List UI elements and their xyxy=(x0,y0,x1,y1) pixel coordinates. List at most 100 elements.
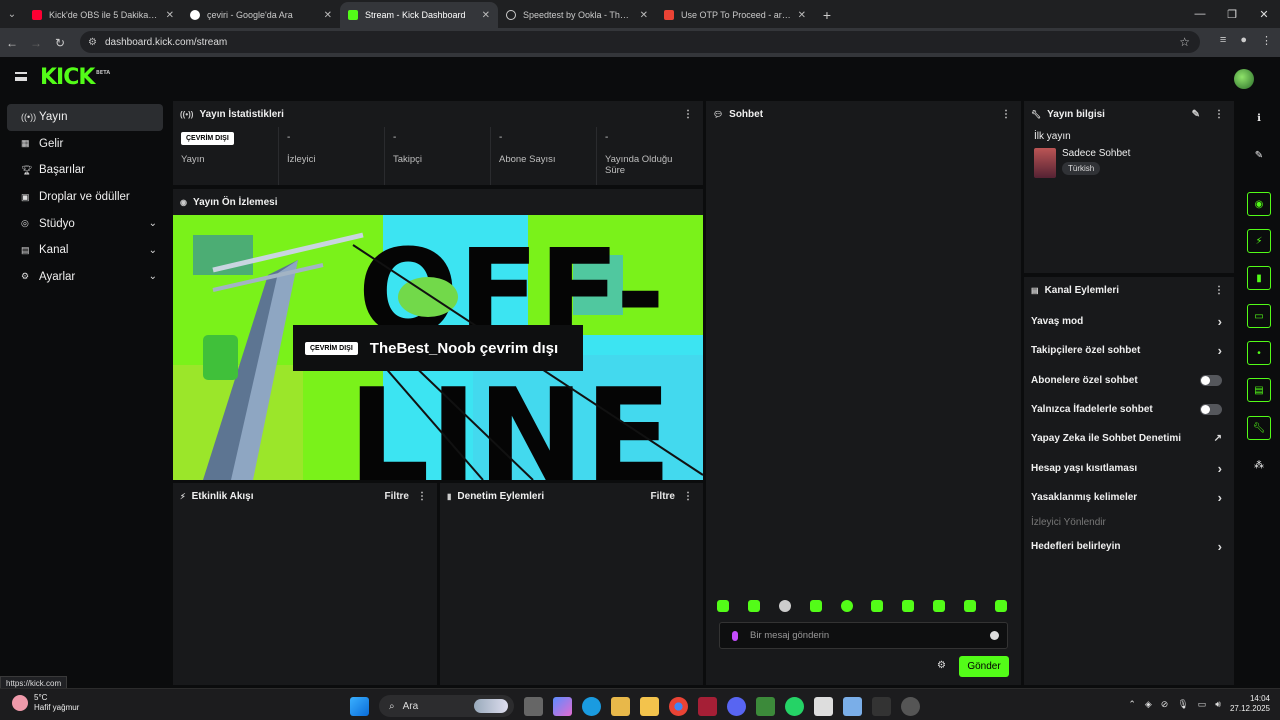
microphone-icon[interactable] xyxy=(732,630,738,641)
back-icon[interactable]: ← xyxy=(0,36,24,50)
close-tab-icon[interactable]: ✕ xyxy=(166,10,174,21)
more-options-icon[interactable]: ⋮ xyxy=(1214,285,1224,296)
reload-icon[interactable]: ↻ xyxy=(48,36,72,50)
emote-icon[interactable] xyxy=(871,600,884,612)
edge-icon[interactable] xyxy=(582,696,601,716)
store-icon[interactable] xyxy=(611,696,630,716)
minimize-icon[interactable]: — xyxy=(1184,0,1216,28)
browser-tab-active[interactable]: Stream - Kick Dashboard ✕ xyxy=(340,2,498,28)
close-tab-icon[interactable]: ✕ xyxy=(324,10,332,21)
maximize-icon[interactable]: ❐ xyxy=(1216,0,1248,28)
whatsapp-icon[interactable] xyxy=(785,696,804,716)
browser-menu-icon[interactable]: ⋮ xyxy=(1261,34,1272,47)
taskbar-search[interactable]: ⌕ Ara xyxy=(379,695,514,717)
sidebar-item-gelir[interactable]: ▦ Gelir xyxy=(7,131,163,158)
sidebar-item-droplar[interactable]: ▣ Droplar ve ödüller xyxy=(7,184,163,211)
action-slow-mode[interactable]: Yavaş mod › xyxy=(1024,307,1234,336)
sidebar-item-kanal[interactable]: ▤ Kanal ⌄ xyxy=(7,237,163,264)
more-options-icon[interactable]: ⋮ xyxy=(1214,109,1224,120)
display-icon[interactable]: ▭ xyxy=(1198,699,1207,710)
windows-start-icon[interactable] xyxy=(350,696,369,716)
pen-app-icon[interactable] xyxy=(814,696,833,716)
microphone-tray-icon[interactable]: 🎙︎ xyxy=(1177,699,1188,710)
close-window-icon[interactable]: ✕ xyxy=(1248,0,1280,28)
chat-message-input[interactable]: Bir mesaj gönderin xyxy=(719,622,1008,649)
clock[interactable]: 14:04 27.12.2025 xyxy=(1230,694,1270,714)
close-tab-icon[interactable]: ✕ xyxy=(482,10,490,21)
filter-button[interactable]: Filtre xyxy=(385,491,409,502)
edit-pencil-icon[interactable]: ✎ xyxy=(1192,109,1200,120)
sidebar-item-basarilar[interactable]: 🏆︎ Başarılar xyxy=(7,157,163,184)
bookmark-star-icon[interactable]: ☆ xyxy=(1179,35,1190,49)
task-view-icon[interactable] xyxy=(524,696,543,716)
emote-icon[interactable] xyxy=(933,600,946,612)
forward-icon[interactable]: → xyxy=(24,36,48,50)
info-icon[interactable]: ℹ xyxy=(1247,106,1271,130)
action-followers-only[interactable]: Takipçilere özel sohbet › xyxy=(1024,336,1234,365)
more-options-icon[interactable]: ⋮ xyxy=(683,491,693,502)
app-red-icon[interactable] xyxy=(698,696,717,716)
weather-widget[interactable]: 5°C Hafif yağmur xyxy=(12,693,79,713)
action-set-goals[interactable]: Hedefleri belirleyin › xyxy=(1024,532,1234,561)
browser-tab[interactable]: çeviri - Google'da Ara ✕ xyxy=(182,2,340,28)
emote-icon[interactable] xyxy=(717,600,729,612)
profile-icon[interactable]: ● xyxy=(1240,34,1247,47)
close-tab-icon[interactable]: ✕ xyxy=(798,10,806,21)
emote-icon[interactable] xyxy=(840,600,853,612)
notepad-icon[interactable] xyxy=(843,696,862,716)
file-explorer-icon[interactable] xyxy=(640,696,659,716)
url-field[interactable]: ⚙ dashboard.kick.com/stream ☆ xyxy=(80,31,1200,53)
send-button[interactable]: Gönder xyxy=(959,656,1009,677)
new-tab-icon[interactable]: + xyxy=(814,2,840,28)
sidebar-item-yayin[interactable]: ((•)) Yayın xyxy=(7,104,163,131)
emote-icon[interactable] xyxy=(964,600,976,612)
obs-icon[interactable] xyxy=(901,696,920,716)
tray-expand-icon[interactable]: ⌃ xyxy=(1128,699,1136,710)
add-widget-icon[interactable]: ⁂ xyxy=(1247,453,1271,477)
kick-logo[interactable]: KICK BETA xyxy=(40,65,110,90)
tab-search-icon[interactable]: ⌄ xyxy=(0,0,24,28)
action-account-age[interactable]: Hesap yaşı kısıtlaması › xyxy=(1024,453,1234,482)
tray-network-app-icon[interactable]: ⊘ xyxy=(1161,699,1169,710)
sidebar-item-ayarlar[interactable]: ⚙ Ayarlar ⌄ xyxy=(7,264,163,291)
app-dark-icon[interactable] xyxy=(872,696,891,716)
action-ai-moderation[interactable]: Yapay Zeka ile Sohbet Denetimi ↗ xyxy=(1024,424,1234,453)
action-banned-words[interactable]: Yasaklanmış kelimeler › xyxy=(1024,483,1234,512)
moderation-tool-icon[interactable]: ▮ xyxy=(1247,266,1271,290)
filter-button[interactable]: Filtre xyxy=(651,491,675,502)
close-tab-icon[interactable]: ✕ xyxy=(640,10,648,21)
media-control-icon[interactable]: ≡ xyxy=(1220,34,1226,47)
emote-icon[interactable] xyxy=(778,600,791,612)
browser-tab[interactable]: Speedtest by Ookla - The Glob... ✕ xyxy=(498,2,656,28)
chat-tool-icon[interactable]: ▭ xyxy=(1247,304,1271,328)
sidebar-item-studyo[interactable]: ◎ Stüdyo ⌄ xyxy=(7,210,163,237)
more-options-icon[interactable]: ⋮ xyxy=(1001,109,1011,120)
chat-settings-gear-icon[interactable]: ⚙ xyxy=(937,660,946,671)
lightning-tool-icon[interactable]: ⚡︎ xyxy=(1247,229,1271,253)
subscribers-only-toggle[interactable] xyxy=(1200,374,1222,386)
discord-icon[interactable] xyxy=(727,696,746,716)
more-options-icon[interactable]: ⋮ xyxy=(417,491,427,502)
browser-tab[interactable]: Kick'de OBS ile 5 Dakikada Yayın ✕ xyxy=(24,2,182,28)
edit-icon[interactable]: ✎ xyxy=(1247,143,1271,167)
copilot-icon[interactable] xyxy=(553,696,572,716)
channel-tool-icon[interactable]: ▤ xyxy=(1247,378,1271,402)
minecraft-icon[interactable] xyxy=(756,696,775,716)
site-info-icon[interactable]: ⚙ xyxy=(88,37,97,48)
wrench-tool-icon[interactable]: 🔧︎ xyxy=(1247,416,1271,440)
emote-icon[interactable] xyxy=(902,600,915,612)
chrome-icon[interactable] xyxy=(669,696,688,716)
emote-icon[interactable] xyxy=(747,600,760,612)
user-avatar[interactable] xyxy=(1234,69,1254,89)
broadcast-tool-icon[interactable]: • xyxy=(1247,341,1271,365)
emote-icon[interactable] xyxy=(994,600,1007,612)
emoji-picker-icon[interactable] xyxy=(990,631,999,640)
browser-tab[interactable]: Use OTP To Proceed - arda04m... ✕ xyxy=(656,2,814,28)
volume-icon[interactable]: 🔊︎ xyxy=(1215,699,1221,710)
emotes-only-toggle[interactable] xyxy=(1200,404,1222,416)
emote-icon[interactable] xyxy=(809,600,822,612)
tray-app-icon[interactable]: ◈ xyxy=(1145,699,1152,710)
hamburger-menu-icon[interactable] xyxy=(15,72,27,81)
more-options-icon[interactable]: ⋮ xyxy=(683,109,693,120)
preview-tool-icon[interactable]: ◉ xyxy=(1247,192,1271,216)
